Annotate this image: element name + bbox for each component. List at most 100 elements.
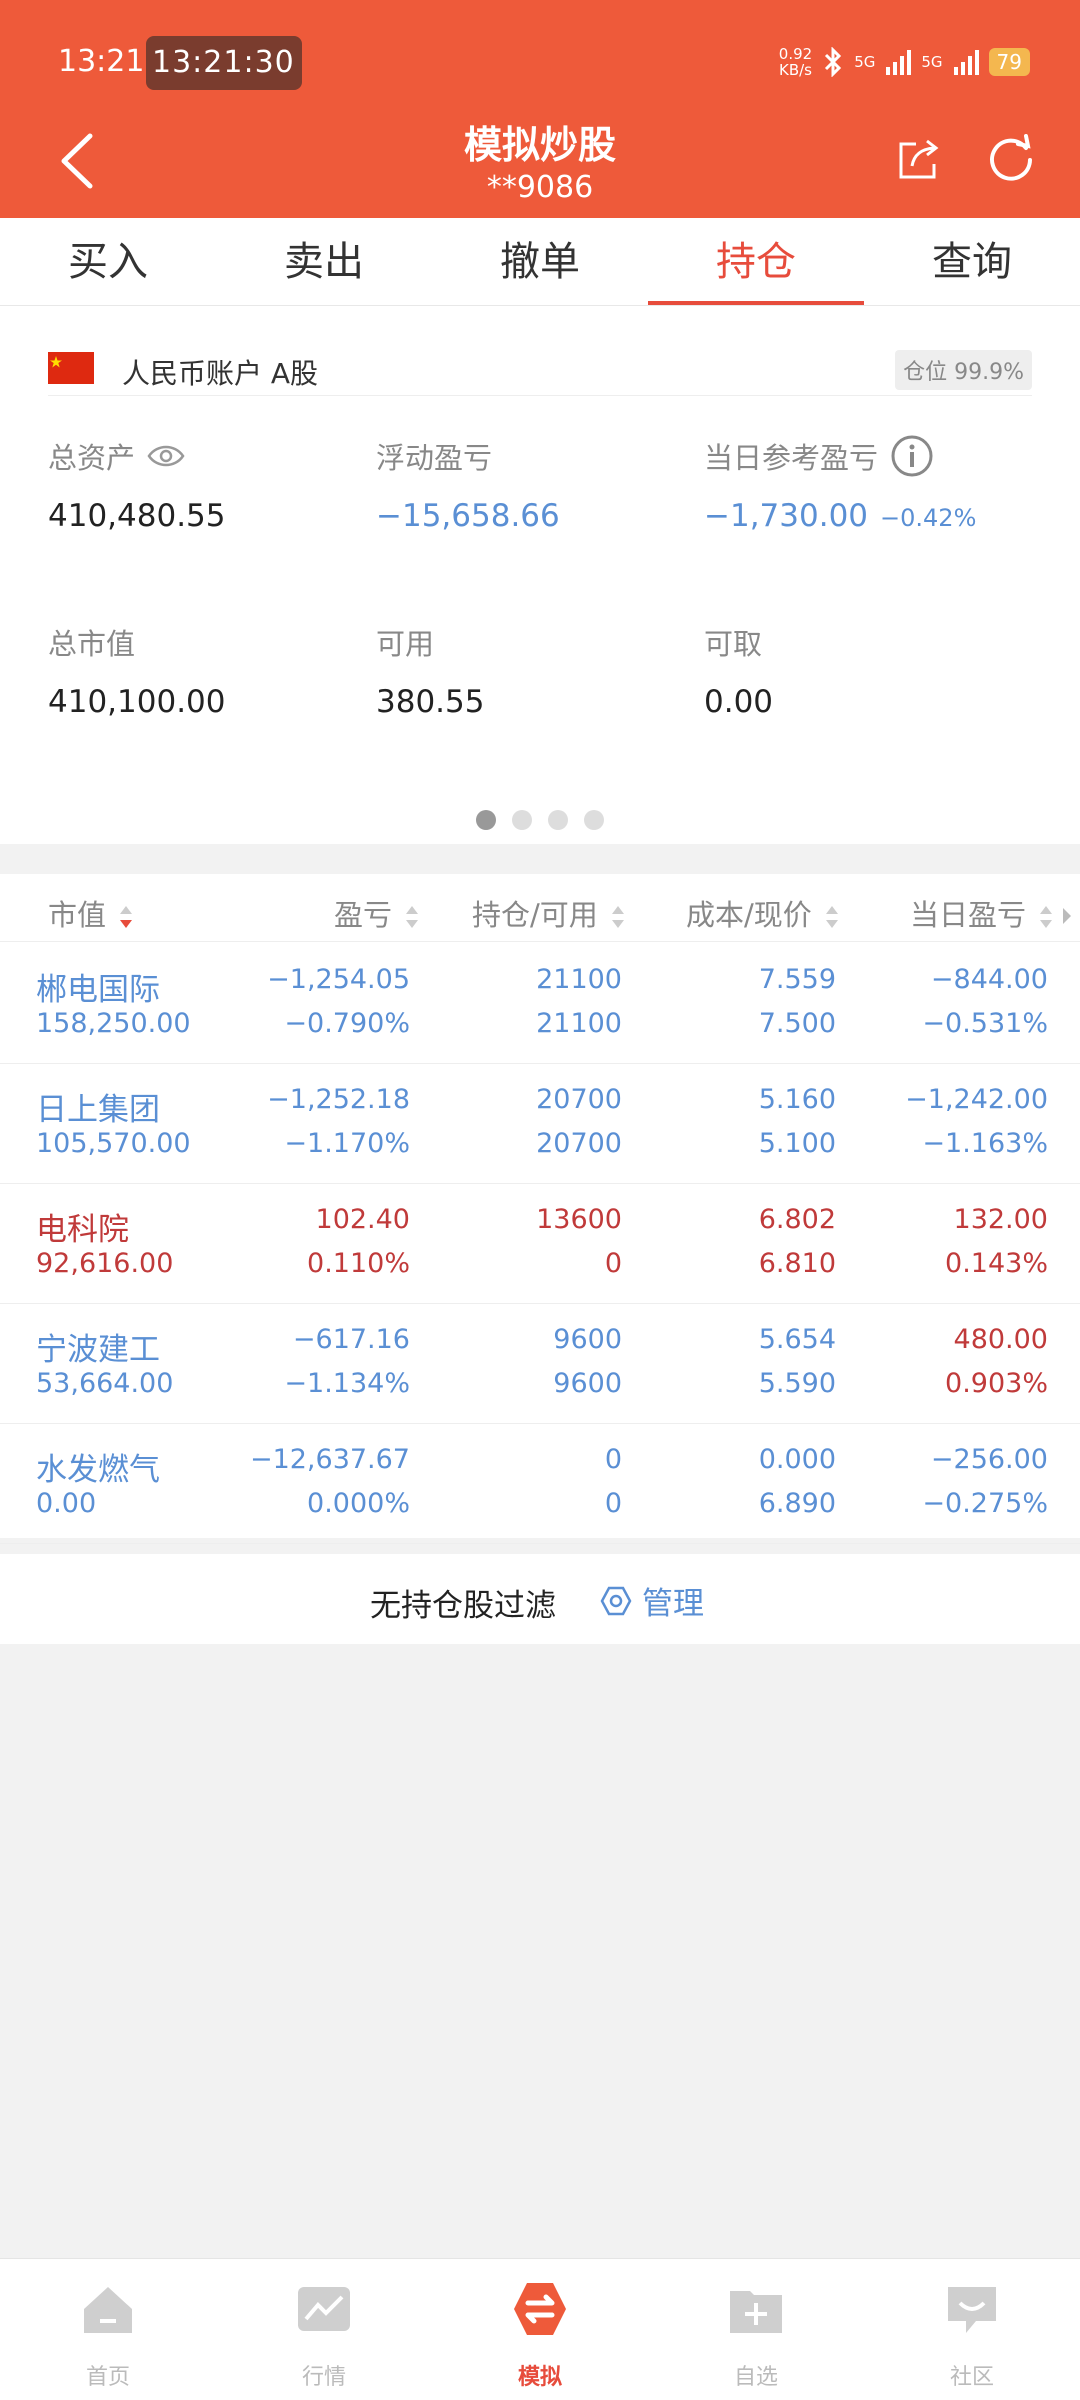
available-qty: 0 [604,1488,622,1519]
daily-pl-percent: −0.531% [922,1008,1048,1039]
stock-market-value: 92,616.00 [36,1248,174,1279]
daily-pl-percent: −0.42% [880,504,977,532]
page-indicator[interactable] [0,810,1080,830]
scroll-right-icon[interactable] [1062,907,1072,925]
daily-pl-label: 当日参考盈亏 [704,441,879,475]
home-icon [84,2287,132,2333]
simulate-exchange-icon [514,2283,566,2335]
network-speed: 0.92 KB/s [779,46,812,78]
table-row[interactable]: 水发燃气 0.00 −12,637.67 0.000% 0 0 0.000 6.890 −256… [0,1424,1080,1544]
stock-name: 宁波建工 [36,1332,160,1368]
refresh-icon[interactable] [986,134,1036,184]
position-qty: 13600 [536,1204,622,1235]
available-label: 可用 [376,627,435,661]
settings-hexagon-icon [600,1586,632,1615]
table-header: 市值 盈亏 持仓/可用 成本/现价 当日盈亏 [0,874,1080,942]
signal-icon [886,50,912,75]
account-row[interactable]: 人民币账户 A股 仓位 99.9% [48,328,1032,396]
table-row[interactable]: 郴电国际 158,250.00 −1,254.05 −0.790% 21100 21100… [0,944,1080,1064]
nav-label: 模拟 [517,2365,562,2390]
total-assets-label: 总资产 [48,441,136,475]
manage-button[interactable]: 管理 [600,1578,704,1623]
tab-0[interactable]: 买入 [0,218,216,305]
sort-icon [612,906,624,928]
page-dot[interactable] [512,810,532,830]
current-price: 6.890 [758,1488,836,1519]
page-dot[interactable] [476,810,496,830]
total-assets: 总资产 410,480.55 [48,436,368,534]
eye-icon[interactable] [147,444,185,468]
pl-value: −1,254.05 [267,964,410,995]
daily-pl-values: −1,730.00 −0.42% [704,498,1044,534]
header-market-value-label: 市值 [48,898,107,932]
tab-4[interactable]: 查询 [864,218,1080,305]
cost-price: 7.559 [758,964,836,995]
market-value-label: 总市值 [48,627,136,661]
share-icon[interactable] [896,136,942,182]
nav-item-2[interactable]: 模拟 [432,2259,648,2400]
daily-pl-value: 480.00 [953,1324,1048,1355]
current-price: 7.500 [758,1008,836,1039]
market-value: 总市值 410,100.00 [48,622,368,720]
nav-item-4[interactable]: 社区 [864,2259,1080,2400]
bottom-navigation: 首页 行情 模拟 自选 社区 [0,2258,1080,2400]
battery-indicator: 79 [988,48,1030,76]
community-icon [948,2287,996,2333]
available-value: 380.55 [376,684,485,720]
daily-pl-value: −256.00 [930,1444,1048,1475]
page-dot[interactable] [584,810,604,830]
daily-pl: 当日参考盈亏 −1,730.00 −0.42% [704,434,1044,534]
nav-item-3[interactable]: 自选 [648,2259,864,2400]
header-cost-price[interactable]: 成本/现价 [686,892,839,934]
holdings-table: 市值 盈亏 持仓/可用 成本/现价 当日盈亏 郴电国际 158,250.00 −1,… [0,874,1080,1544]
tab-3[interactable]: 持仓 [648,218,864,305]
table-row[interactable]: 宁波建工 53,664.00 −617.16 −1.134% 9600 9600 5.654… [0,1304,1080,1424]
sort-icon [406,906,419,928]
table-row[interactable]: 日上集团 105,570.00 −1,252.18 −1.170% 20700 20700… [0,1064,1080,1184]
total-assets-value: 410,480.55 [48,498,226,534]
nav-label: 社区 [949,2365,994,2390]
header-position[interactable]: 持仓/可用 [472,892,625,934]
available-qty: 9600 [553,1368,622,1399]
china-flag-icon [48,352,94,384]
watchlist-add-icon [730,2291,782,2333]
daily-pl-percent: −0.275% [922,1488,1048,1519]
cost-price: 5.654 [758,1324,836,1355]
stock-name: 水发燃气 [36,1452,160,1488]
status-bar: 13:21 13:21:30 0.92 KB/s 5G 5G 79 [0,0,1080,120]
withdrawable-funds: 可取 0.00 [704,622,1024,720]
daily-pl-value: −844.00 [930,964,1048,995]
header-daily-pl-label: 当日盈亏 [910,898,1027,932]
network-speed-value: 0.92 [778,45,813,63]
account-label: 人民币账户 A股 [122,357,319,390]
current-price: 5.590 [758,1368,836,1399]
pl-value: −1,252.18 [267,1084,410,1115]
tab-2[interactable]: 撤单 [432,218,648,305]
nav-item-0[interactable]: 首页 [0,2259,216,2400]
info-icon[interactable] [890,434,934,478]
sort-desc-icon [120,906,133,928]
daily-pl-percent: 0.143% [945,1248,1048,1279]
position-qty: 20700 [536,1084,622,1115]
page-dot[interactable] [548,810,568,830]
floating-pl-value: −15,658.66 [376,498,560,534]
top-bar: 13:21 13:21:30 0.92 KB/s 5G 5G 79 模拟炒股 *… [0,0,1080,218]
pl-percent: 0.110% [307,1248,410,1279]
pl-percent: 0.000% [307,1488,410,1519]
tab-1[interactable]: 卖出 [216,218,432,305]
header-market-value[interactable]: 市值 [48,892,133,934]
table-row[interactable]: 电科院 92,616.00 102.40 0.110% 13600 0 6.802 6.810… [0,1184,1080,1304]
pl-value: 102.40 [315,1204,410,1235]
no-holdings-filter[interactable]: 无持仓股过滤 [370,1580,556,1625]
daily-pl-percent: 0.903% [945,1368,1048,1399]
available-qty: 20700 [536,1128,622,1159]
bluetooth-icon [825,47,842,77]
filter-bar: 无持仓股过滤 管理 [0,1554,1080,1644]
signal-icon-2 [953,50,979,75]
recording-time: 13:21:30 [152,45,295,80]
nav-item-1[interactable]: 行情 [216,2259,432,2400]
header-pl[interactable]: 盈亏 [334,892,419,934]
pl-percent: −0.790% [284,1008,410,1039]
available-funds: 可用 380.55 [376,622,696,720]
header-daily-pl[interactable]: 当日盈亏 [910,892,1072,934]
